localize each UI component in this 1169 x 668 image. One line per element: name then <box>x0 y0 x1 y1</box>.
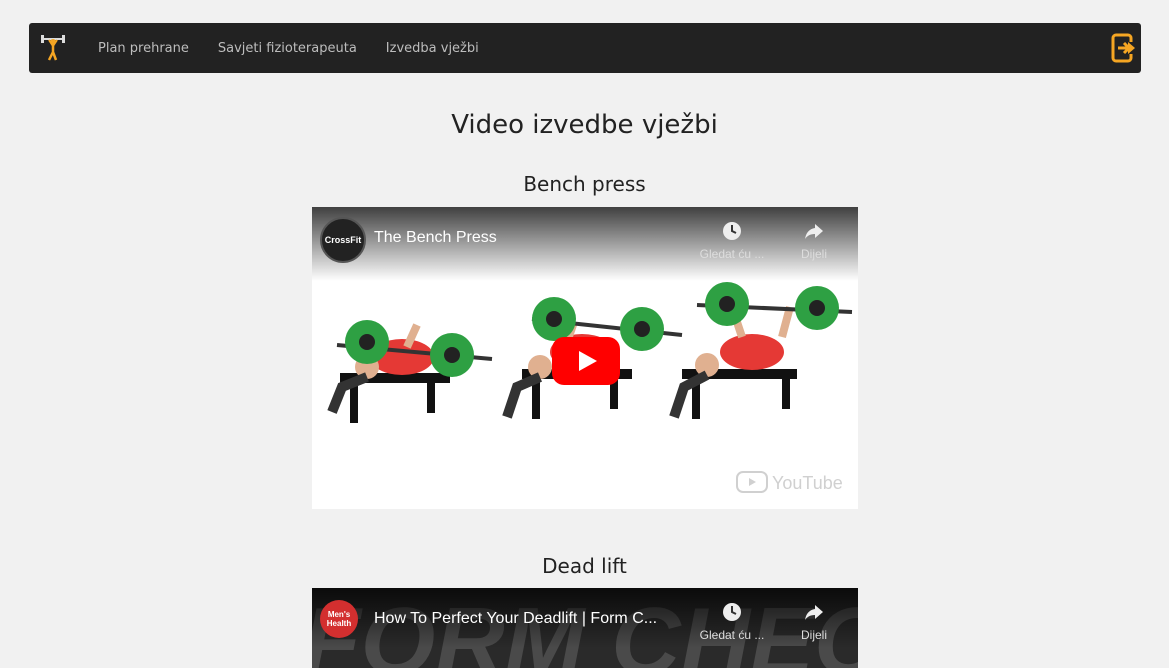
watch-later-label: Gledat ću ... <box>699 628 765 642</box>
share-label: Dijeli <box>800 247 827 261</box>
share-arrow-icon <box>805 605 823 620</box>
video-title-bench-press[interactable]: The Bench Press <box>374 229 704 247</box>
youtube-watermark-text: YouTube <box>772 473 842 493</box>
section-title-dead-lift: Dead lift <box>542 554 627 578</box>
video-title-dead-lift[interactable]: How To Perfect Your Deadlift | Form C... <box>374 610 674 628</box>
nav-link-izvedba-vjezbi[interactable]: Izvedba vježbi <box>386 41 479 56</box>
play-button-icon[interactable] <box>552 337 620 385</box>
section-title-bench-press: Bench press <box>523 172 646 196</box>
share-button[interactable]: Dijeli <box>774 221 854 261</box>
weightlifter-logo-icon[interactable] <box>41 33 65 61</box>
watch-later-button[interactable]: Gledat ću ... <box>692 221 772 261</box>
channel-avatar-mens-health[interactable]: Men's Health <box>320 600 358 638</box>
share-button[interactable]: Dijeli <box>774 602 854 642</box>
video-player-bench-press[interactable]: CrossFit The Bench Press Gledat ću ... D… <box>312 207 858 509</box>
clock-icon <box>723 603 741 621</box>
watch-later-label: Gledat ću ... <box>699 247 765 261</box>
clock-icon <box>723 222 741 240</box>
share-arrow-icon <box>805 224 823 239</box>
watch-later-button[interactable]: Gledat ću ... <box>692 602 772 642</box>
top-navbar: Plan prehrane Savjeti fizioterapeuta Izv… <box>29 23 1141 73</box>
page-title: Video izvedbe vježbi <box>451 110 718 140</box>
channel-avatar-crossfit[interactable]: CrossFit <box>320 217 366 263</box>
share-label: Dijeli <box>800 628 827 642</box>
lifter-figure-1 <box>327 320 493 423</box>
video-player-dead-lift[interactable]: FORM CHECK Men's Health How To Perfect Y… <box>312 588 858 668</box>
logout-icon[interactable] <box>1111 33 1137 63</box>
lifter-figure-3 <box>669 282 853 419</box>
youtube-logo-icon[interactable]: YouTube <box>736 469 842 495</box>
nav-link-savjeti-fizioterapeuta[interactable]: Savjeti fizioterapeuta <box>218 41 357 56</box>
nav-link-plan-prehrane[interactable]: Plan prehrane <box>98 41 189 56</box>
